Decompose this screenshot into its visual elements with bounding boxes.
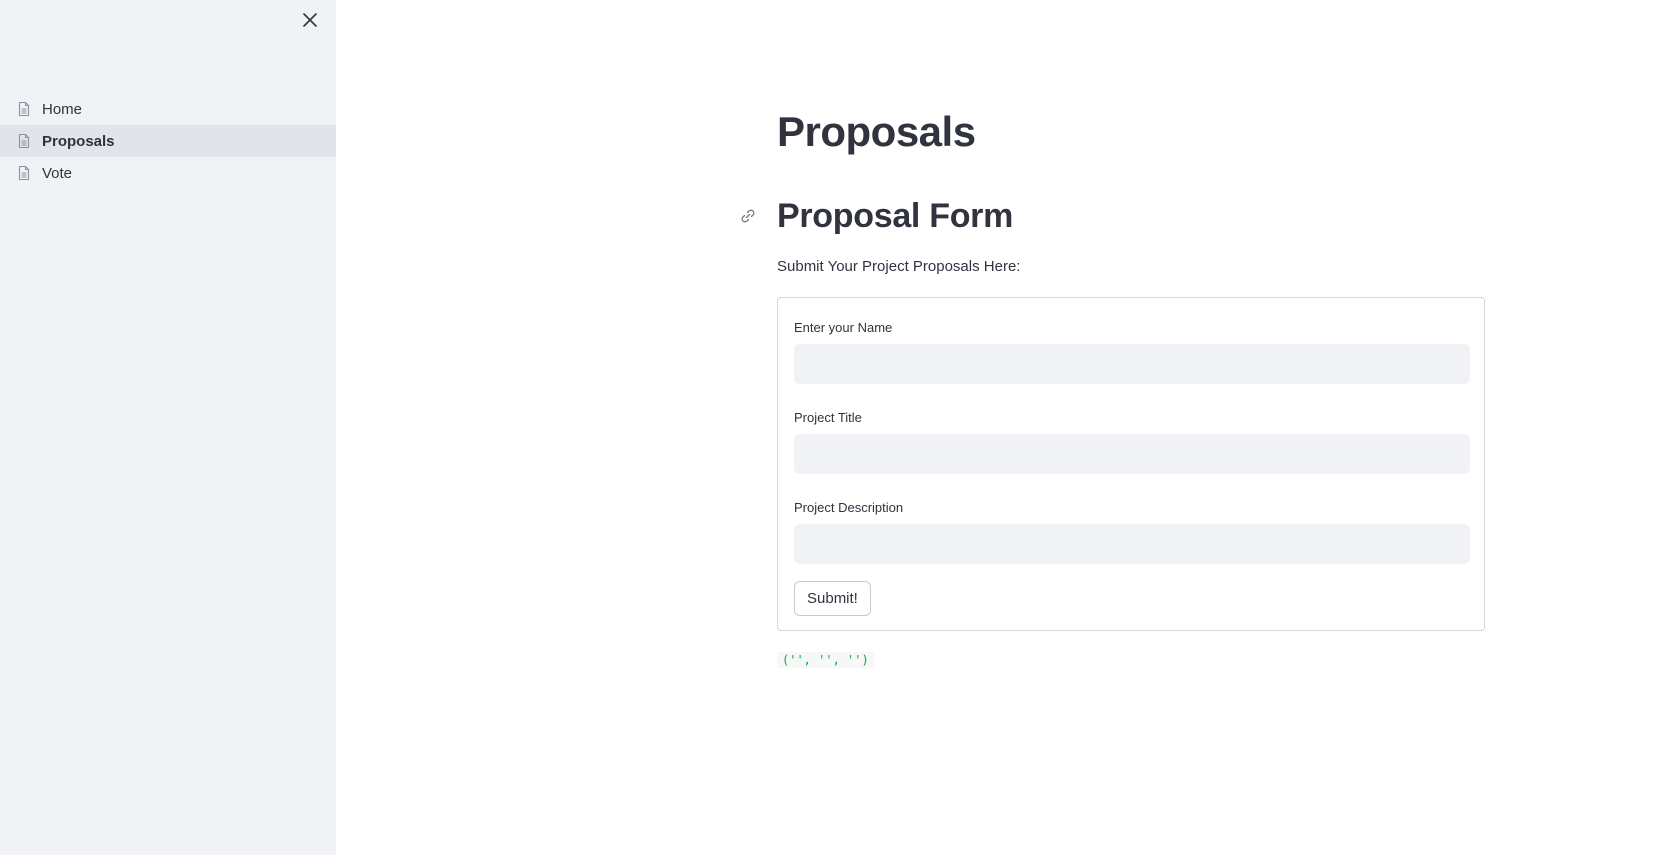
name-field[interactable] <box>794 344 1470 384</box>
form-subtitle: Submit Your Project Proposals Here: <box>777 258 1021 275</box>
name-label: Enter your Name <box>794 320 893 335</box>
output-code: ('', '', '') <box>777 652 874 668</box>
project-description-field[interactable] <box>794 524 1470 564</box>
sidebar-item-proposals[interactable]: Proposals <box>0 125 336 157</box>
submit-button[interactable]: Submit! <box>794 581 871 616</box>
sidebar-item-home[interactable]: Home <box>0 93 336 125</box>
close-icon <box>303 13 317 27</box>
sidebar-item-vote[interactable]: Vote <box>0 157 336 189</box>
page-title: Proposals <box>777 108 976 155</box>
link-icon[interactable] <box>738 206 758 226</box>
document-icon <box>16 101 32 117</box>
sidebar-nav: Home Proposals Vote <box>0 93 336 189</box>
sidebar-item-label: Proposals <box>42 132 115 150</box>
sidebar-item-label: Vote <box>42 164 73 182</box>
sidebar-item-label: Home <box>42 100 83 118</box>
app: Home Proposals Vote Proposals Proposal F… <box>0 0 1680 855</box>
close-sidebar-button[interactable] <box>298 8 322 32</box>
proposal-form: Enter your Name Project Title Project De… <box>777 297 1485 631</box>
document-icon <box>16 165 32 181</box>
main-content: Proposals Proposal Form Submit Your Proj… <box>336 0 1680 855</box>
form-heading: Proposal Form <box>777 197 1014 235</box>
project-description-label: Project Description <box>794 500 904 515</box>
document-icon <box>16 133 32 149</box>
project-title-label: Project Title <box>794 410 862 425</box>
sidebar: Home Proposals Vote <box>0 0 336 855</box>
project-title-field[interactable] <box>794 434 1470 474</box>
